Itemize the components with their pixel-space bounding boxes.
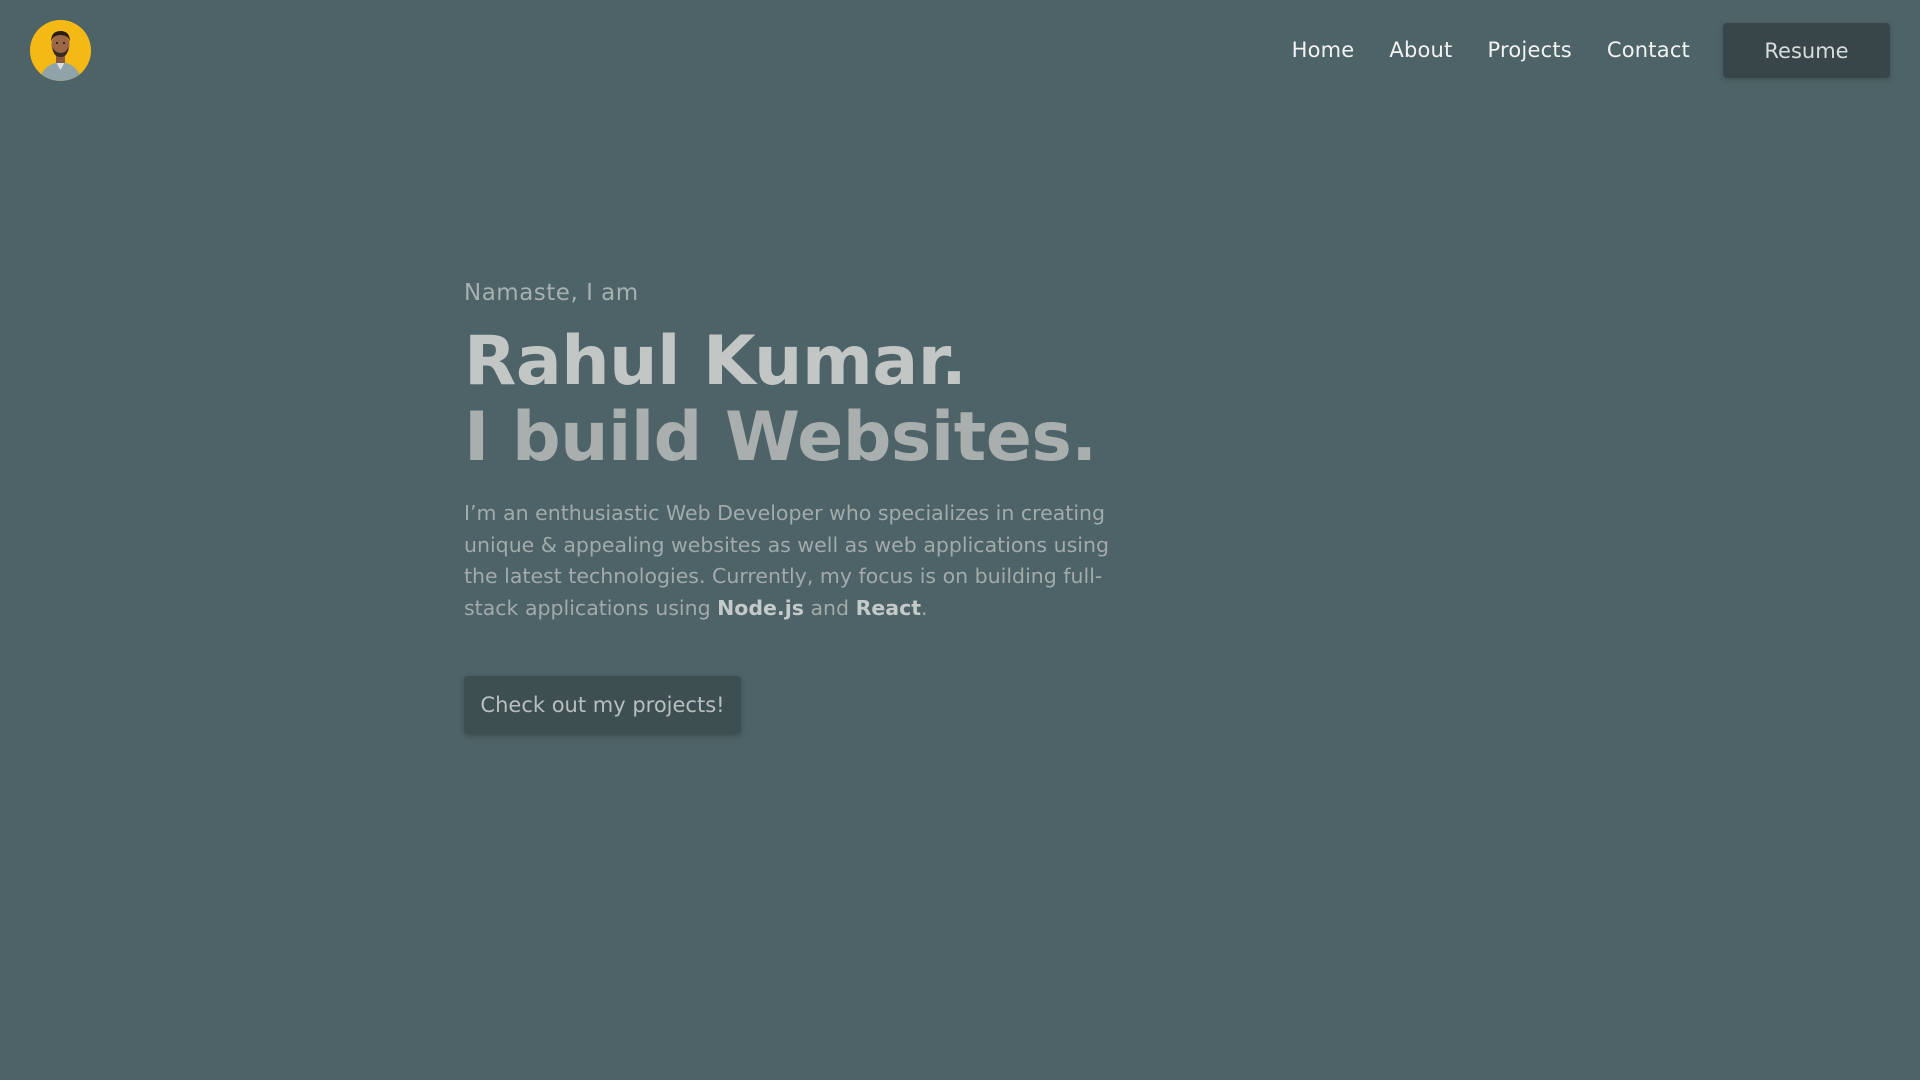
hero-greeting: Namaste, I am [464, 280, 639, 306]
bio-and: and [803, 595, 856, 620]
site-header: Home About Projects Contact Resume [0, 0, 1920, 100]
bio-tech-react: React [855, 595, 922, 620]
nav-contact-link[interactable]: Contact [1607, 38, 1690, 62]
resume-button[interactable]: Resume [1723, 23, 1890, 78]
bio-tech-node: Node.js [717, 595, 804, 620]
main-nav: Home About Projects Contact [1257, 0, 1690, 100]
hero-section: Namaste, I am Rahul Kumar. I build Websi… [464, 280, 1124, 734]
hero-tagline: I build Websites. [464, 398, 1097, 477]
hero-name: Rahul Kumar. [464, 322, 967, 401]
page: Home About Projects Contact Resume Namas… [0, 0, 1920, 1080]
profile-avatar[interactable] [30, 20, 91, 81]
person-icon [30, 20, 91, 81]
nav-home-link[interactable]: Home [1292, 38, 1355, 62]
check-projects-button[interactable]: Check out my projects! [464, 676, 741, 734]
nav-projects-link[interactable]: Projects [1488, 38, 1572, 62]
bio-end: . [921, 595, 928, 620]
nav-about-link[interactable]: About [1389, 38, 1452, 62]
hero-bio: I’m an enthusiastic Web Developer who sp… [464, 498, 1114, 624]
